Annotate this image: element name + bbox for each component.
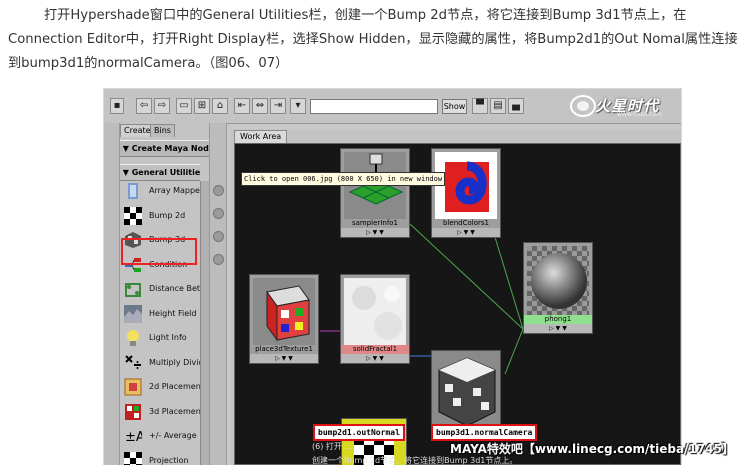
- node-blend-colors[interactable]: blendColors1 ▷ ▼ ▼: [431, 148, 501, 238]
- tab-work-area[interactable]: Work Area: [234, 130, 288, 143]
- node-distance-between[interactable]: Distance Between: [122, 278, 206, 300]
- node-label: blendColors1: [443, 219, 489, 227]
- node-plus-minus-average[interactable]: ±A +/- Average: [122, 425, 206, 447]
- array-mapper-icon: [128, 183, 138, 199]
- phong-sphere-icon: [527, 246, 589, 315]
- hypershade-screenshot: ▪ ⇦ ⇨ ▭ ⊞ ⌂ ⇤ ⇔ ⇥ ▾ Show ▀ ▤ ▄ 火星时代 www.…: [103, 88, 682, 465]
- divider-handle-icon[interactable]: [213, 231, 224, 242]
- logo-url: www.hxsd.com: [617, 111, 663, 118]
- bump-2d-icon: [124, 207, 142, 225]
- node-label: solidFractal1: [341, 345, 409, 354]
- projection-icon: [124, 452, 142, 465]
- place3d-texture-icon: [253, 278, 315, 345]
- create-maya-nodes-header[interactable]: ▼ Create Maya Nodes: [120, 140, 209, 157]
- clear-graph-icon[interactable]: ⌂: [212, 98, 228, 114]
- node-label: phong1: [524, 315, 592, 324]
- in-out-connections-icon[interactable]: ⇔: [252, 98, 268, 114]
- layout-bottom-icon[interactable]: ▄: [508, 98, 524, 114]
- work-area-canvas[interactable]: samplerInfo1 ▷ ▼ ▼ blendColors1 ▷ ▼ ▼ ph…: [234, 143, 681, 465]
- multiply-divide-icon: [125, 355, 141, 369]
- svg-text:±A: ±A: [125, 430, 142, 445]
- node-projection[interactable]: Projection: [122, 450, 206, 465]
- node-3d-placement[interactable]: 3d Placement: [122, 401, 206, 423]
- shelf-divider: [210, 123, 227, 465]
- node-label: samplerInfo1: [351, 219, 399, 227]
- node-multiply-divide[interactable]: Multiply Divide: [122, 352, 206, 374]
- divider-handle-icon[interactable]: [213, 254, 224, 265]
- node-expand-icon[interactable]: ▷ ▼ ▼: [432, 228, 500, 237]
- node-expand-icon[interactable]: ▷ ▼ ▼: [341, 354, 409, 363]
- arrow-left-icon[interactable]: ⇦: [136, 98, 152, 114]
- node-bump3d[interactable]: [431, 350, 501, 432]
- search-field[interactable]: [310, 99, 438, 114]
- hxsd-swirl-icon: [570, 95, 596, 117]
- node-label: place3dTexture1: [255, 345, 313, 353]
- tool-strip: [104, 123, 120, 465]
- node-height-field[interactable]: Height Field: [122, 303, 206, 325]
- bump3d-cube-icon: [435, 354, 497, 428]
- bump-2d-selection-highlight: [121, 238, 197, 265]
- graph-network-icon[interactable]: ⊞: [194, 98, 210, 114]
- input-connections-icon[interactable]: ⇤: [234, 98, 250, 114]
- create-panel-scrollbar[interactable]: [200, 181, 209, 465]
- article-paragraph: 打开Hypershade窗口中的General Utilities栏，创建一个B…: [8, 8, 738, 71]
- node-2d-placement[interactable]: 2d Placement: [122, 376, 206, 398]
- site-watermark: MAYA特效吧【www.linecg.com/tieba/1745】: [450, 442, 734, 456]
- divider-handle-icon[interactable]: [213, 208, 224, 219]
- work-area-panel: Work Area samplerInfo1 ▷ ▼ ▼ blendColors…: [230, 129, 681, 465]
- general-utilities-label: General Utilities: [131, 168, 200, 177]
- create-maya-nodes-label: Create Maya Nodes: [131, 144, 209, 153]
- solid-fractal-icon: [344, 278, 406, 345]
- hxsd-logo: 火星时代 www.hxsd.com: [569, 93, 679, 119]
- 3d-placement-icon: [125, 404, 141, 420]
- general-utilities-header[interactable]: ▼ General Utilities: [120, 164, 200, 181]
- bump2d-out-normal-label: bump2d1.outNormal: [313, 424, 405, 441]
- arrow-right-icon[interactable]: ⇨: [154, 98, 170, 114]
- node-expand-icon[interactable]: ▷ ▼ ▼: [341, 228, 409, 237]
- layout-top-icon[interactable]: ▀: [472, 98, 488, 114]
- node-bump-2d[interactable]: Bump 2d: [122, 205, 206, 227]
- node-solid-fractal[interactable]: solidFractal1 ▷ ▼ ▼: [340, 274, 410, 364]
- 2d-placement-icon: [124, 378, 142, 396]
- tab-bins[interactable]: Bins: [150, 124, 175, 137]
- filter-icon[interactable]: ▾: [290, 98, 306, 114]
- plus-minus-icon: ±A: [125, 430, 142, 445]
- create-panel: Create Bins ▼ Create Maya Nodes ▼ Genera…: [104, 123, 210, 465]
- graph-icon[interactable]: ▪: [110, 98, 124, 114]
- folder-icon[interactable]: ▭: [176, 98, 192, 114]
- node-phong[interactable]: phong1 ▷ ▼ ▼: [523, 242, 593, 334]
- article-text: 打开Hypershade窗口中的General Utilities栏，创建一个B…: [8, 4, 742, 76]
- node-place3d-texture[interactable]: place3dTexture1 ▷ ▼ ▼: [249, 274, 319, 364]
- light-info-icon: [127, 330, 139, 346]
- node-expand-icon[interactable]: ▷ ▼ ▼: [250, 354, 318, 363]
- height-field-icon: [124, 305, 142, 323]
- node-light-info[interactable]: Light Info: [122, 327, 206, 349]
- output-connections-icon[interactable]: ⇥: [270, 98, 286, 114]
- image-tooltip: Click to open 006.jpg (800 X 650) in new…: [241, 172, 446, 186]
- node-expand-icon[interactable]: ▷ ▼ ▼: [524, 324, 592, 333]
- distance-between-icon: [125, 283, 141, 297]
- layout-split-icon[interactable]: ▤: [490, 98, 506, 114]
- show-button[interactable]: Show: [442, 99, 467, 114]
- toolbar: ▪ ⇦ ⇨ ▭ ⊞ ⌂ ⇤ ⇔ ⇥ ▾ Show ▀ ▤ ▄ 火星时代 www.…: [104, 89, 681, 124]
- node-sampler-info[interactable]: samplerInfo1 ▷ ▼ ▼: [340, 148, 410, 238]
- bump3d-normal-camera-label: bump3d1.normalCamera: [431, 424, 538, 441]
- divider-handle-icon[interactable]: [213, 185, 224, 196]
- node-array-mapper[interactable]: Array Mapper: [122, 180, 206, 202]
- figure-caption-line-1: (6) 打开 ...: [312, 442, 353, 451]
